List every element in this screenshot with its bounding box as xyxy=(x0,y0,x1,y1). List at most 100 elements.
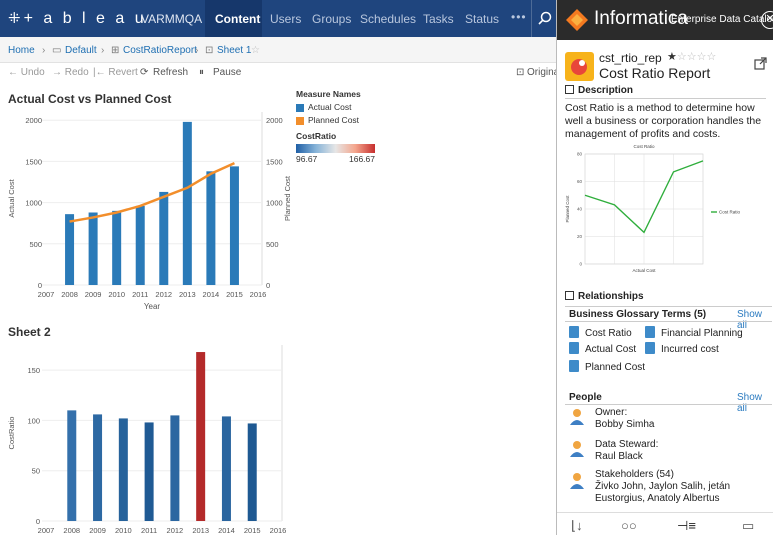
y-tick-label: 500 xyxy=(29,240,42,249)
cost-ratio-bar xyxy=(221,416,231,521)
legend-actual[interactable]: Actual Cost xyxy=(296,102,375,112)
actual-cost-bar xyxy=(159,191,169,285)
description-label: Description xyxy=(578,85,634,96)
glossary-term[interactable]: Actual Cost xyxy=(569,342,636,355)
ratio-max: 166.67 xyxy=(349,154,375,164)
glossary-header: Business Glossary Terms (5) xyxy=(569,309,707,320)
x-tick-label: 2014 xyxy=(203,290,220,299)
chart2-title: Sheet 2 xyxy=(8,325,51,339)
redo-button[interactable]: → Redo xyxy=(52,67,89,78)
y-axis-title: Actual Cost xyxy=(7,178,16,217)
collapse-box-icon xyxy=(565,291,574,300)
steward-name[interactable]: Raul Black xyxy=(595,451,658,463)
y2-tick-label: 1500 xyxy=(266,157,283,166)
x-tick-label: 2012 xyxy=(155,290,172,299)
glossary-term-icon xyxy=(569,342,579,354)
y2-tick-label: 1000 xyxy=(266,199,283,208)
actual-cost-bar xyxy=(229,166,239,285)
original-view-button[interactable]: Original xyxy=(527,67,556,78)
glossary-term-icon xyxy=(645,326,655,338)
more-menu-icon[interactable]: ••• xyxy=(511,10,527,24)
relationships-section-toggle[interactable]: Relationships xyxy=(565,291,644,302)
actual-cost-bar xyxy=(182,121,192,285)
favorite-star-icon[interactable]: ☆ xyxy=(251,45,260,56)
legend-planned-swatch xyxy=(296,116,304,125)
nav-users[interactable]: Users xyxy=(270,12,301,26)
cost-ratio-bar xyxy=(247,423,257,521)
glossary-term[interactable]: Incurred cost xyxy=(645,342,719,355)
asset-name: cst_rtio_rep xyxy=(599,51,662,65)
mini-y-tick: 60 xyxy=(577,179,583,184)
nav-status[interactable]: Status xyxy=(465,12,499,26)
x-tick-label: 2012 xyxy=(167,526,184,535)
y-tick-label: 1500 xyxy=(25,157,42,166)
people-show-all-link[interactable]: Show all xyxy=(737,392,773,414)
glossary-term[interactable]: Financial Planning xyxy=(645,326,743,339)
x-tick-label: 2016 xyxy=(270,526,287,535)
lineage-tab-icon[interactable]: ⌊↓ xyxy=(571,518,583,534)
legend-planned-label: Planned Cost xyxy=(308,115,360,125)
stakeholders-names[interactable]: Živko John, Jaylon Salih, jetán Eustorgi… xyxy=(595,481,773,505)
mini-legend-label: Cost Ratio xyxy=(719,210,741,215)
legend-planned[interactable]: Planned Cost xyxy=(296,115,375,125)
breadcrumb-home[interactable]: Home xyxy=(8,45,35,56)
x-tick-label: 2007 xyxy=(38,290,55,299)
revert-button[interactable]: |← Revert xyxy=(93,67,138,78)
glossary-term[interactable]: Cost Ratio xyxy=(569,326,632,339)
glossary-term-icon xyxy=(569,326,579,338)
ratio-range: 96.67 166.67 xyxy=(296,153,375,164)
legend-ratio-header: CostRatio xyxy=(296,131,337,141)
glossary-term-label: Planned Cost xyxy=(585,362,646,373)
description-section-toggle[interactable]: Description xyxy=(565,85,633,96)
description-divider xyxy=(565,98,766,99)
owner: Owner: Bobby Simha xyxy=(595,407,654,431)
pause-button[interactable]: Pause xyxy=(213,67,241,78)
search-icon[interactable] xyxy=(538,11,552,25)
y2-tick-label: 0 xyxy=(266,281,270,290)
actual-cost-bar xyxy=(112,210,122,285)
nav-schedules[interactable]: Schedules xyxy=(360,12,416,26)
nav-content[interactable]: Content xyxy=(215,12,260,26)
chart1-actual-vs-planned[interactable]: 0 500 1000 1500 2000 0 500 1000 1500 2000 2007 2008… xyxy=(0,104,300,329)
glossary-term-label: Financial Planning xyxy=(661,328,743,339)
y2-tick-label: 500 xyxy=(266,240,279,249)
undo-button[interactable]: ← Undo xyxy=(8,67,45,78)
x-tick-label: 2011 xyxy=(132,290,148,299)
glossary-term[interactable]: Planned Cost xyxy=(569,360,645,373)
y-tick-label: 100 xyxy=(27,416,40,425)
breadcrumb-workbook[interactable]: CostRatioReport xyxy=(123,45,197,56)
breadcrumb-sep: › xyxy=(195,45,199,56)
hierarchy-tab-icon[interactable]: ⊣≡ xyxy=(677,518,696,534)
nav-groups[interactable]: Groups xyxy=(312,12,351,26)
owner-name[interactable]: Bobby Simha xyxy=(595,419,654,431)
glossary-term-label: Cost Ratio xyxy=(585,328,632,339)
x-tick-label: 2009 xyxy=(89,526,106,535)
legend-actual-swatch xyxy=(296,103,304,112)
rating-stars[interactable]: ★☆☆☆☆ xyxy=(667,50,716,63)
nav-tasks[interactable]: Tasks xyxy=(423,12,454,26)
original-view-icon: ⊡ xyxy=(516,67,525,78)
site-selector[interactable]: VARMMQA ⊙ xyxy=(141,12,215,26)
open-external-icon[interactable] xyxy=(754,57,767,70)
breadcrumb-sep: › xyxy=(101,45,105,56)
breadcrumb-project[interactable]: Default xyxy=(65,45,97,56)
relationships-tab-icon[interactable]: ○○ xyxy=(621,518,637,533)
y-tick-label: 0 xyxy=(38,281,42,290)
ratio-color-ramp xyxy=(296,144,375,153)
stakeholders: Stakeholders (54) Živko John, Jaylon Sali… xyxy=(595,469,773,505)
x-tick-label: 2010 xyxy=(108,290,125,299)
chart2-cost-ratio[interactable]: 0 50 100 150 2007 2008 2009 2010 2011 2012 2013 201… xyxy=(0,339,300,535)
people-header: People xyxy=(569,392,602,403)
x-tick-label: 2015 xyxy=(244,526,261,535)
refresh-button[interactable]: Refresh xyxy=(153,67,188,78)
close-icon[interactable]: ✕ xyxy=(761,11,773,29)
description-text: Cost Ratio is a method to determine how … xyxy=(565,102,762,140)
steward-avatar-icon xyxy=(570,441,584,457)
glossary-term-icon xyxy=(645,342,655,354)
tableau-logo[interactable]: ⁜ + a b l e a u xyxy=(8,9,147,28)
collapse-box-icon xyxy=(565,85,574,94)
legend-measure-header: Measure Names xyxy=(296,89,361,99)
details-tab-icon[interactable]: ▭ xyxy=(742,518,754,534)
cost-ratio-bar xyxy=(93,414,103,521)
tableau-window: ⁜ + a b l e a u VARMMQA ⊙ Content Users G… xyxy=(0,0,556,535)
